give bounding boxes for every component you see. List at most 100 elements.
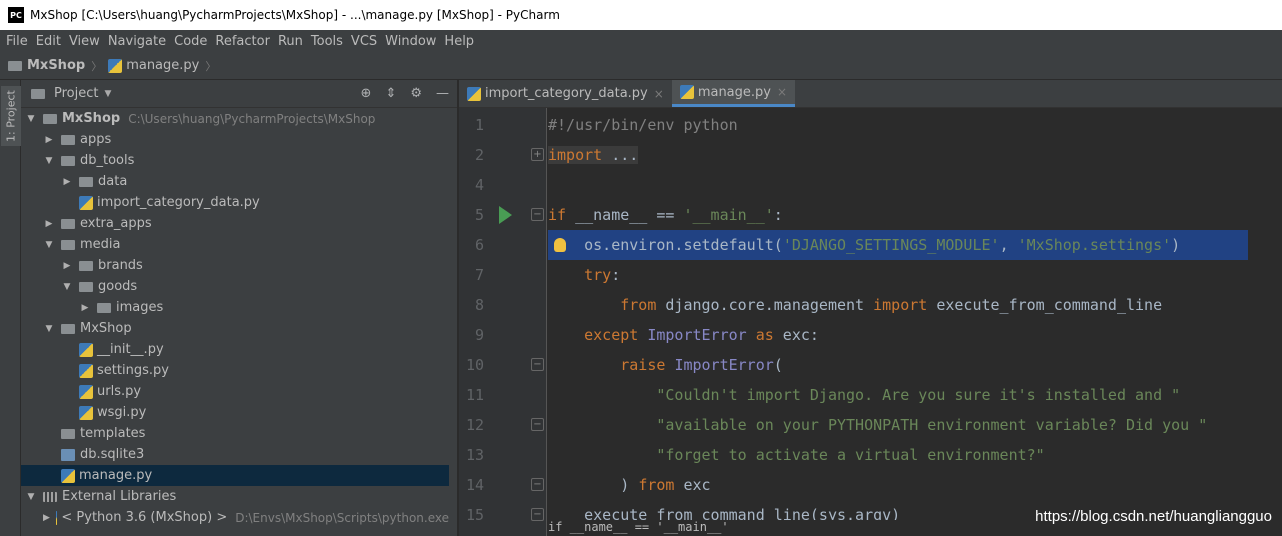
tree-item[interactable]: ▶ images bbox=[21, 297, 449, 318]
code-line[interactable]: #!/usr/bin/env python bbox=[548, 110, 738, 140]
close-icon[interactable]: × bbox=[777, 85, 787, 99]
tree-item-label: manage.py bbox=[79, 468, 153, 483]
editor-tab[interactable]: import_category_data.py × bbox=[459, 80, 672, 107]
collapsed-arrow-icon[interactable]: ▶ bbox=[43, 135, 55, 145]
watermark: https://blog.csdn.net/huangliangguo bbox=[1035, 508, 1272, 525]
menu-vcs[interactable]: VCS bbox=[347, 34, 381, 49]
collapsed-arrow-icon[interactable]: ▶ bbox=[61, 177, 73, 187]
python-file-icon bbox=[61, 468, 75, 483]
collapsed-arrow-icon[interactable]: ▶ bbox=[79, 303, 91, 313]
collapsed-arrow-icon[interactable]: ▶ bbox=[43, 513, 50, 523]
close-icon[interactable]: × bbox=[654, 87, 664, 101]
line-number: 14 bbox=[465, 476, 484, 494]
tree-item[interactable]: ▼ db_tools bbox=[21, 150, 449, 171]
tree-item-label: < Python 3.6 (MxShop) > bbox=[61, 510, 228, 525]
tree-item[interactable]: ▶ data bbox=[21, 171, 449, 192]
fold-toggle-icon[interactable]: − bbox=[531, 418, 544, 431]
tree-item-label: db.sqlite3 bbox=[80, 447, 145, 462]
python-file-icon bbox=[55, 510, 58, 525]
menu-tools[interactable]: Tools bbox=[307, 34, 347, 49]
menu-window[interactable]: Window bbox=[381, 34, 440, 49]
expanded-arrow-icon[interactable]: ▼ bbox=[61, 282, 73, 292]
code-line[interactable]: ) from exc bbox=[548, 470, 710, 500]
code-line[interactable]: if __name__ == '__main__': bbox=[548, 200, 783, 230]
tree-item[interactable]: db.sqlite3 bbox=[21, 444, 449, 465]
lightbulb-icon[interactable] bbox=[554, 238, 566, 252]
line-number: 8 bbox=[474, 296, 484, 314]
tree-item[interactable]: ▶ brands bbox=[21, 255, 449, 276]
menu-navigate[interactable]: Navigate bbox=[104, 34, 170, 49]
project-tool-tab[interactable]: 1: Project bbox=[1, 86, 21, 146]
menu-help[interactable]: Help bbox=[440, 34, 478, 49]
project-panel-header: Project ▼ ⊕ ⇕ ⚙ — bbox=[21, 80, 457, 108]
code-line[interactable]: "available on your PYTHONPATH environmen… bbox=[548, 410, 1207, 440]
code-line[interactable]: "Couldn't import Django. Are you sure it… bbox=[548, 380, 1180, 410]
expanded-arrow-icon[interactable]: ▼ bbox=[25, 492, 37, 502]
menu-view[interactable]: View bbox=[65, 34, 104, 49]
folder-icon bbox=[61, 323, 75, 334]
line-number: 15 bbox=[465, 506, 484, 524]
collapsed-arrow-icon[interactable]: ▶ bbox=[61, 261, 73, 271]
line-number: 13 bbox=[465, 446, 484, 464]
fold-toggle-icon[interactable]: + bbox=[531, 148, 544, 161]
expanded-arrow-icon[interactable]: ▼ bbox=[43, 156, 55, 166]
tree-item[interactable]: __init__.py bbox=[21, 339, 449, 360]
hide-icon[interactable]: — bbox=[436, 86, 449, 101]
tree-item[interactable]: templates bbox=[21, 423, 449, 444]
dropdown-arrow-icon[interactable]: ▼ bbox=[104, 89, 111, 99]
gear-icon[interactable]: ⚙ bbox=[410, 86, 422, 101]
fold-toggle-icon[interactable]: − bbox=[531, 208, 544, 221]
code-line[interactable]: "forget to activate a virtual environmen… bbox=[548, 440, 1044, 470]
tree-item[interactable]: manage.py bbox=[21, 465, 449, 486]
line-number: 4 bbox=[474, 176, 484, 194]
python-file-icon bbox=[79, 195, 93, 210]
collapsed-arrow-icon[interactable]: ▶ bbox=[43, 219, 55, 229]
code-line[interactable]: os.environ.setdefault('DJANGO_SETTINGS_M… bbox=[548, 230, 1248, 260]
breadcrumb-project[interactable]: MxShop bbox=[8, 58, 85, 73]
tree-item[interactable]: ▶ extra_apps bbox=[21, 213, 449, 234]
folder-icon bbox=[43, 113, 57, 124]
line-number: 10 bbox=[465, 356, 484, 374]
editor-tab[interactable]: manage.py × bbox=[671, 80, 796, 107]
tree-item[interactable]: ▼ MxShop bbox=[21, 318, 449, 339]
tree-item[interactable]: import_category_data.py bbox=[21, 192, 449, 213]
menu-run[interactable]: Run bbox=[274, 34, 307, 49]
menu-refactor[interactable]: Refactor bbox=[211, 34, 274, 49]
tree-item-path: C:\Users\huang\PycharmProjects\MxShop bbox=[128, 111, 376, 126]
line-number: 9 bbox=[474, 326, 484, 344]
folder-icon bbox=[61, 134, 75, 145]
fold-toggle-icon[interactable]: − bbox=[531, 478, 544, 491]
tree-item[interactable]: ▼ media bbox=[21, 234, 449, 255]
code-line[interactable]: from django.core.management import execu… bbox=[548, 290, 1162, 320]
run-icon[interactable] bbox=[499, 206, 512, 224]
code-line[interactable]: except ImportError as exc: bbox=[548, 320, 819, 350]
menu-file[interactable]: File bbox=[2, 34, 32, 49]
fold-toggle-icon[interactable]: − bbox=[531, 358, 544, 371]
tree-item[interactable]: wsgi.py bbox=[21, 402, 449, 423]
project-view-dropdown[interactable]: Project bbox=[54, 86, 98, 101]
code-line[interactable]: raise ImportError( bbox=[548, 350, 783, 380]
locate-icon[interactable]: ⊕ bbox=[361, 86, 372, 101]
menu-edit[interactable]: Edit bbox=[32, 34, 65, 49]
breadcrumb-file[interactable]: manage.py bbox=[108, 58, 199, 73]
tree-item[interactable]: settings.py bbox=[21, 360, 449, 381]
python-file-icon bbox=[79, 405, 93, 420]
code-line[interactable]: import ... bbox=[548, 140, 639, 170]
expanded-arrow-icon[interactable]: ▼ bbox=[43, 240, 55, 250]
tree-item[interactable]: ▶ apps bbox=[21, 129, 449, 150]
tree-item-label: __init__.py bbox=[97, 342, 164, 357]
code-line[interactable]: try: bbox=[548, 260, 620, 290]
tree-item-label: settings.py bbox=[97, 363, 169, 378]
expanded-arrow-icon[interactable]: ▼ bbox=[43, 324, 55, 334]
tree-item[interactable]: ▼ External Libraries bbox=[21, 486, 449, 507]
tree-item[interactable]: ▼ MxShop C:\Users\huang\PycharmProjects\Mx… bbox=[21, 108, 449, 129]
breadcrumb-project-label: MxShop bbox=[27, 58, 86, 73]
collapse-all-icon[interactable]: ⇕ bbox=[385, 86, 396, 101]
menu-code[interactable]: Code bbox=[170, 34, 211, 49]
tree-item[interactable]: urls.py bbox=[21, 381, 449, 402]
tree-item[interactable]: ▶ < Python 3.6 (MxShop) > D:\Envs\MxShop\S… bbox=[21, 507, 449, 528]
fold-toggle-icon[interactable]: − bbox=[531, 508, 544, 521]
code-editor[interactable]: #!/usr/bin/env python import ... if __name… bbox=[548, 108, 1282, 536]
tree-item[interactable]: ▼ goods bbox=[21, 276, 449, 297]
expanded-arrow-icon[interactable]: ▼ bbox=[25, 114, 37, 124]
